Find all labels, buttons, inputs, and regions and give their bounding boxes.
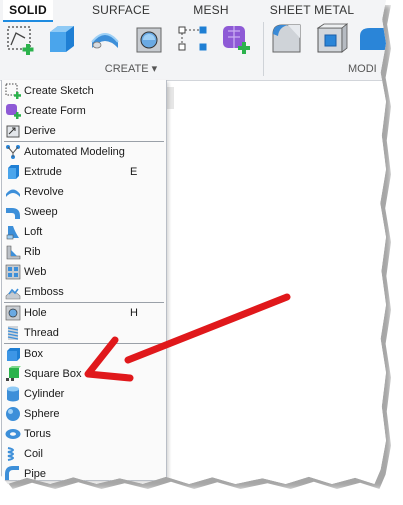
arrow-head [84,336,134,382]
screenshot-frame: SOLID SURFACE MESH SHEET METAL CREATE ▾ … [0,0,386,484]
arrow-shaft [124,293,291,364]
annotation-arrow [84,293,291,382]
